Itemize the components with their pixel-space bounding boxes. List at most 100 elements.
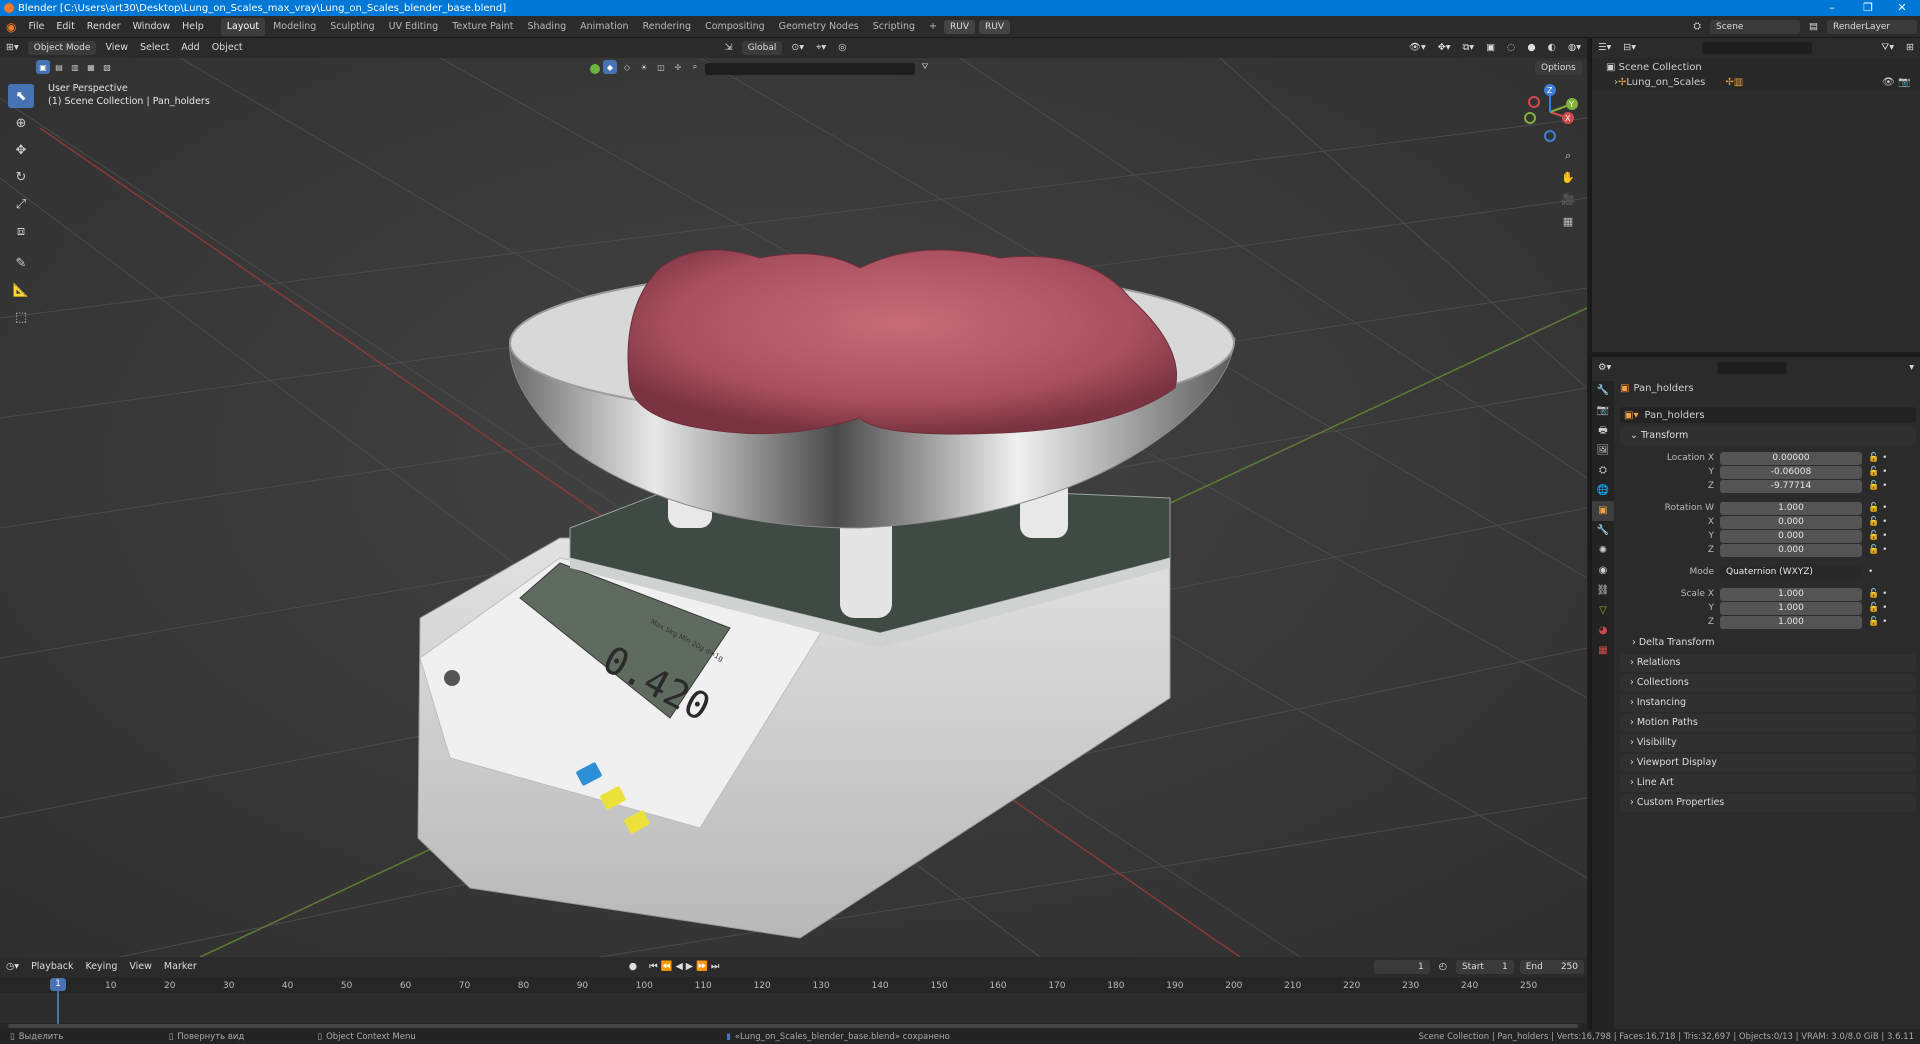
tab-compositing[interactable]: Compositing (699, 18, 771, 36)
rotation-y-field[interactable]: 0.000 (1720, 529, 1862, 543)
subpanel-collections[interactable]: › Collections (1620, 674, 1916, 692)
zoom-icon[interactable]: ⌕ (1560, 148, 1576, 164)
subpanel-motion-paths[interactable]: › Motion Paths (1620, 714, 1916, 732)
addon-pill-ruv-2[interactable]: RUV (978, 19, 1010, 34)
render-tab-icon[interactable]: 📷 (1592, 401, 1614, 421)
tab-uv-editing[interactable]: UV Editing (383, 18, 445, 36)
scale-tool-icon[interactable]: ⤢ (8, 192, 34, 216)
particles-tab-icon[interactable]: ✺ (1592, 541, 1614, 561)
subpanel-line-art[interactable]: › Line Art (1620, 774, 1916, 792)
rotate-tool-icon[interactable]: ↻ (8, 165, 34, 189)
timeline-menu-marker[interactable]: Marker (158, 956, 203, 978)
texture-tab-icon[interactable]: ▦ (1592, 641, 1614, 661)
minimize-button[interactable]: – (1816, 0, 1848, 16)
viewport-menu-add[interactable]: Add (175, 37, 205, 59)
xray-icon[interactable]: ▣ (1480, 37, 1501, 59)
timeline-menu-playback[interactable]: Playback (25, 956, 79, 978)
tab-animation[interactable]: Animation (574, 18, 634, 36)
rotation-mode-dropdown[interactable]: Quaternion (WXYZ) (1720, 565, 1862, 579)
tab-rendering[interactable]: Rendering (637, 18, 698, 36)
lock-icon[interactable]: 🔓 • (1868, 603, 1887, 613)
subpanel-viewport-display[interactable]: › Viewport Display (1620, 754, 1916, 772)
filter-empty-icon[interactable]: ✢ (671, 60, 685, 74)
lock-icon[interactable]: 🔓 • (1868, 545, 1887, 555)
lock-icon[interactable]: 🔓 • (1868, 589, 1887, 599)
render-layer-selector[interactable]: RenderLayer (1827, 19, 1917, 34)
world-tab-icon[interactable]: 🌐 (1592, 481, 1614, 501)
gizmo-neg-x-icon[interactable] (1528, 96, 1540, 108)
viewport-menu-select[interactable]: Select (134, 37, 175, 59)
overlay-toggle-icon[interactable]: ⧉▾ (1457, 37, 1481, 59)
move-tool-icon[interactable]: ✥ (8, 138, 34, 162)
add-workspace-button[interactable]: + (923, 18, 943, 36)
location-x-field[interactable]: 0.00000 (1720, 451, 1862, 465)
modifier-tab-icon[interactable]: 🔧 (1592, 521, 1614, 541)
properties-search-input[interactable] (1717, 362, 1788, 374)
render-camera-icon[interactable]: 📷 (1898, 75, 1910, 90)
constraints-tab-icon[interactable]: ⛓ (1592, 581, 1614, 601)
close-button[interactable]: ✕ (1886, 0, 1918, 16)
properties-editor-icon[interactable]: ⚙▾ (1592, 357, 1617, 379)
measure-tool-icon[interactable]: 📐 (8, 278, 34, 302)
visibility-eye-icon[interactable]: 👁 (1882, 75, 1895, 90)
transform-panel-header[interactable]: ⌄ Transform (1620, 427, 1916, 445)
location-y-field[interactable]: -0.06008 (1720, 465, 1862, 479)
menu-file[interactable]: File (22, 16, 50, 38)
proportional-edit-icon[interactable]: ◎ (832, 37, 852, 59)
filter-funnel-icon[interactable]: ⛛ (918, 60, 932, 74)
scene-tab-icon[interactable]: ⛭ (1592, 461, 1614, 481)
lock-icon[interactable]: 🔓 • (1868, 467, 1887, 477)
filter-camera-icon[interactable]: ◫ (654, 60, 668, 74)
tab-shading[interactable]: Shading (522, 18, 573, 36)
shading-solid-icon[interactable]: ● (1521, 37, 1541, 59)
transform-orientation-dropdown[interactable]: Global (741, 41, 783, 55)
menu-edit[interactable]: Edit (50, 16, 80, 38)
record-icon[interactable]: ● (623, 956, 643, 978)
tab-layout[interactable]: Layout (220, 17, 266, 36)
material-tab-icon[interactable]: ◕ (1592, 621, 1614, 641)
playhead-frame-label[interactable]: 1 (50, 978, 66, 991)
scale-z-field[interactable]: 1.000 (1720, 615, 1862, 629)
cursor-tool-icon[interactable]: ⊕ (8, 111, 34, 135)
outliner-display-icon[interactable]: ⊟▾ (1617, 37, 1642, 59)
view-layer-tab-icon[interactable]: 🖼 (1592, 441, 1614, 461)
playback-controls-icon[interactable]: ⏮⏪◀▶⏩⏭ (643, 956, 728, 978)
navigation-gizmo[interactable]: X Y Z (1520, 84, 1584, 144)
filter-light-icon[interactable]: ☀ (637, 60, 651, 74)
gizmo-toggle-icon[interactable]: ✥▾ (1432, 37, 1457, 59)
current-frame-field[interactable]: 1 (1373, 960, 1430, 974)
lock-icon[interactable]: 🔓 • (1868, 617, 1887, 627)
subpanel-visibility[interactable]: › Visibility (1620, 734, 1916, 752)
timeline-area[interactable]: 1102030405060708090100110120130140150160… (0, 977, 1587, 1029)
gizmo-neg-y-icon[interactable] (1524, 112, 1536, 124)
annotate-tool-icon[interactable]: ✎ (8, 251, 34, 275)
tab-sculpting[interactable]: Sculpting (324, 18, 380, 36)
scene-selector[interactable]: Scene (1710, 19, 1801, 34)
new-collection-icon[interactable]: ⊞ (1900, 37, 1920, 59)
lock-icon[interactable]: 🔓 • (1868, 503, 1887, 513)
outliner-item-lung-on-scales[interactable]: › ✢ Lung_on_Scales ✢▥ 👁 📷 (1606, 75, 1920, 90)
shading-render-icon[interactable]: ◍▾ (1562, 37, 1587, 59)
timeline-scrollbar[interactable] (8, 1024, 1578, 1028)
lock-icon[interactable]: 🔓 • (1868, 517, 1887, 527)
location-z-field[interactable]: -9.77714 (1720, 479, 1862, 493)
tool-tab-icon[interactable]: 🔧 (1592, 381, 1614, 401)
add-cube-tool-icon[interactable]: ⬚ (8, 305, 34, 329)
timeline-menu-keying[interactable]: Keying (79, 956, 123, 978)
select-invert-icon[interactable]: ▦ (84, 60, 98, 74)
transform-tool-icon[interactable]: ⧈ (8, 219, 34, 243)
blender-menu-icon[interactable]: ◉ (0, 16, 22, 38)
subpanel-delta-transform[interactable]: › Delta Transform (1632, 637, 1714, 648)
filter-mesh-icon[interactable]: ◆ (603, 60, 617, 74)
select-intersect-icon[interactable]: ▧ (100, 60, 114, 74)
lock-icon[interactable]: 🔓 • (1868, 481, 1887, 491)
filter-curve-icon[interactable]: ◇ (620, 60, 634, 74)
camera-view-icon[interactable]: 🎥 (1560, 192, 1576, 208)
tab-texture-paint[interactable]: Texture Paint (446, 18, 519, 36)
subpanel-custom-properties[interactable]: › Custom Properties (1620, 794, 1916, 812)
lock-icon[interactable]: 🔓 • (1868, 453, 1887, 463)
pan-hand-icon[interactable]: ✋ (1560, 170, 1576, 186)
menu-render[interactable]: Render (81, 16, 127, 38)
outliner-filter-icon[interactable]: ⛛▾ (1875, 37, 1900, 59)
rotation-x-field[interactable]: 0.000 (1720, 515, 1862, 529)
